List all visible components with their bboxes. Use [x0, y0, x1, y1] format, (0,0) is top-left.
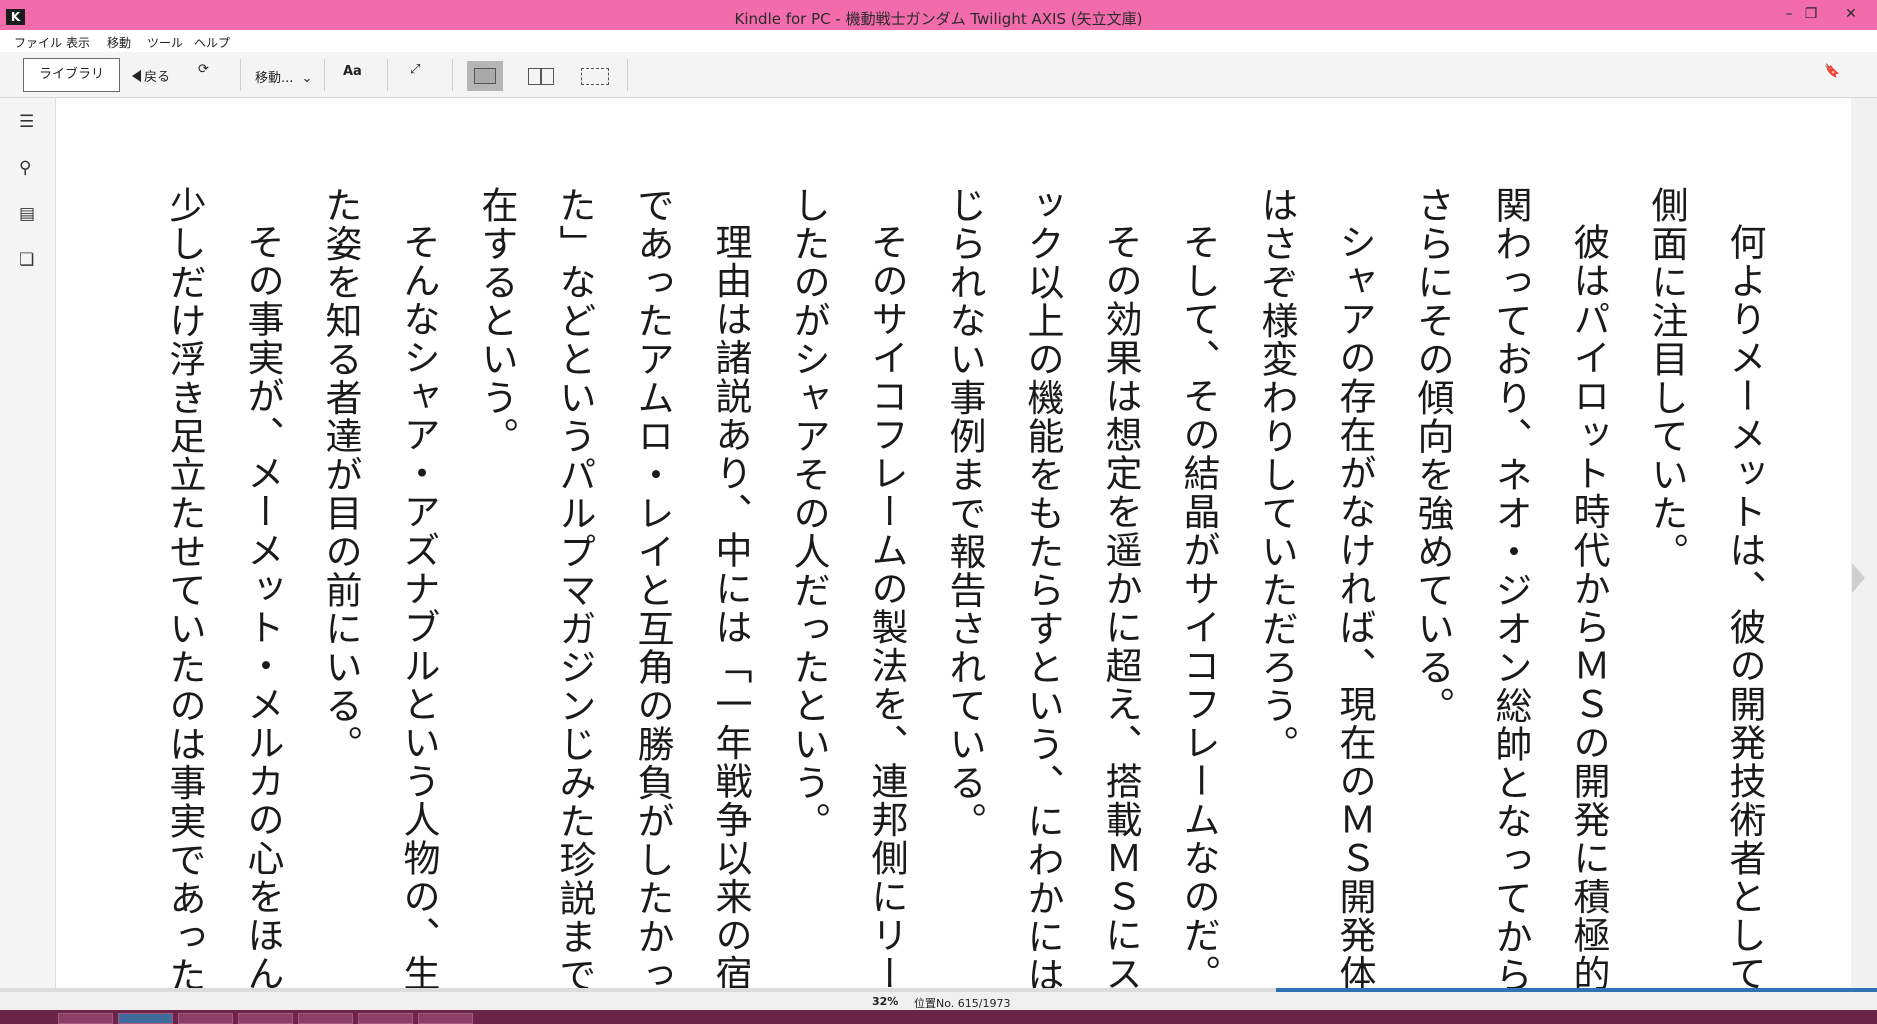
two-column-button[interactable]	[524, 61, 556, 91]
paragraph: その事実が、メーメット・メルカの心をほんの少しだけ浮き足立たせていたのは事実であ…	[163, 186, 284, 1024]
restore-button[interactable]: ❐	[1800, 7, 1822, 23]
taskbar-item[interactable]	[298, 1013, 353, 1024]
left-sidebar: ☰ ⚲ ▤ ❏	[0, 98, 56, 988]
single-column-button[interactable]	[467, 61, 503, 91]
single-column-icon	[474, 68, 496, 84]
status-bar: 32% 位置No. 615/1973	[0, 988, 1877, 1010]
fit-width-icon	[581, 68, 609, 85]
reading-page[interactable]: 何よりメーメットは、彼の開発技術者としての側面に注目していた。 彼はパイロット時…	[66, 98, 1851, 1024]
notes-icon[interactable]: ▤	[19, 206, 35, 223]
menu-view[interactable]: 表示	[66, 34, 90, 51]
window-title: Kindle for PC - 機動戦士ガンダム Twilight AXIS (…	[734, 10, 1143, 28]
toolbar-divider	[324, 59, 325, 91]
toolbar-divider	[452, 59, 453, 91]
taskbar-item[interactable]	[178, 1013, 233, 1024]
paragraph: 理由は諸説あり、中には「一年戦争以来の宿敵であったアムロ・レイと互角の勝負がした…	[475, 186, 752, 1024]
menu-tools[interactable]: ツール	[147, 34, 183, 51]
taskbar-item[interactable]	[358, 1013, 413, 1024]
paragraph: そして、その結晶がサイコフレームなのだ。	[1177, 223, 1220, 993]
book-text: 何よりメーメットは、彼の開発技術者としての側面に注目していた。 彼はパイロット時…	[145, 186, 1783, 1024]
goto-dropdown[interactable]: 移動... ⌄	[255, 67, 312, 86]
sync-icon[interactable]: ⟳	[198, 62, 209, 77]
taskbar-item[interactable]	[58, 1013, 113, 1024]
paragraph: シャアの存在がなければ、現在のＭＳ開発体系はさぞ様変わりしていただろう。	[1255, 186, 1376, 1024]
menu-help[interactable]: ヘルプ	[194, 34, 230, 51]
back-button[interactable]: 戻る	[132, 66, 170, 85]
two-column-divider	[540, 68, 542, 85]
menu-go[interactable]: 移動	[107, 34, 131, 51]
flashcards-icon[interactable]: ❏	[19, 252, 34, 269]
font-settings-button[interactable]: Aa	[343, 64, 362, 79]
search-icon[interactable]: ⚲	[19, 160, 31, 177]
fit-width-button[interactable]	[578, 61, 612, 91]
title-bar: K Kindle for PC - 機動戦士ガンダム Twilight AXIS…	[0, 0, 1877, 30]
toolbar: ライブラリ 戻る ⟳ 移動... ⌄ Aa ⤢ 🔖	[0, 52, 1877, 98]
back-arrow-icon	[132, 70, 141, 82]
progress-percent: 32%	[872, 995, 899, 1008]
paragraph: 彼はパイロット時代からＭＳの開発に積極的に関わっており、ネオ・ジオン総帥となって…	[1411, 186, 1610, 1024]
bookmark-icon[interactable]: 🔖	[1824, 64, 1840, 79]
toolbar-divider	[387, 59, 388, 91]
toolbar-divider	[627, 59, 628, 91]
reading-progress-bar[interactable]	[0, 988, 1877, 992]
back-label: 戻る	[144, 70, 171, 85]
location-number: 位置No. 615/1973	[914, 997, 1011, 1010]
fullscreen-icon[interactable]: ⤢	[410, 62, 420, 77]
chevron-down-icon: ⌄	[301, 71, 313, 86]
toc-icon[interactable]: ☰	[19, 114, 34, 131]
taskbar-item[interactable]	[118, 1013, 173, 1024]
taskbar	[0, 1010, 1877, 1024]
taskbar-item[interactable]	[238, 1013, 293, 1024]
close-button[interactable]: ✕	[1840, 7, 1862, 23]
paragraph: その効果は想定を遥かに超え、搭載ＭＳにスペック以上の機能をもたらすという、にわか…	[943, 186, 1142, 1024]
paragraph: そのサイコフレームの製法を、連邦側にリークしたのがシャアその人だったという。	[787, 186, 908, 1024]
taskbar-item[interactable]	[418, 1013, 473, 1024]
page-edge	[1851, 98, 1877, 988]
toolbar-divider	[240, 59, 241, 91]
paragraph: 何よりメーメットは、彼の開発技術者としての側面に注目していた。	[1645, 186, 1766, 1024]
next-page-arrow-icon[interactable]	[1852, 563, 1865, 593]
menu-file[interactable]: ファイル	[14, 34, 62, 51]
library-button[interactable]: ライブラリ	[23, 58, 120, 92]
reading-progress-fill	[1276, 988, 1877, 992]
menu-bar: ファイル 表示 移動 ツール ヘルプ	[0, 30, 1877, 52]
paragraph: そんなシャア・アズナブルという人物の、生きた姿を知る者達が目の前にいる。	[319, 186, 440, 1024]
goto-label: 移動...	[255, 71, 294, 86]
minimize-button[interactable]: –	[1778, 7, 1800, 23]
